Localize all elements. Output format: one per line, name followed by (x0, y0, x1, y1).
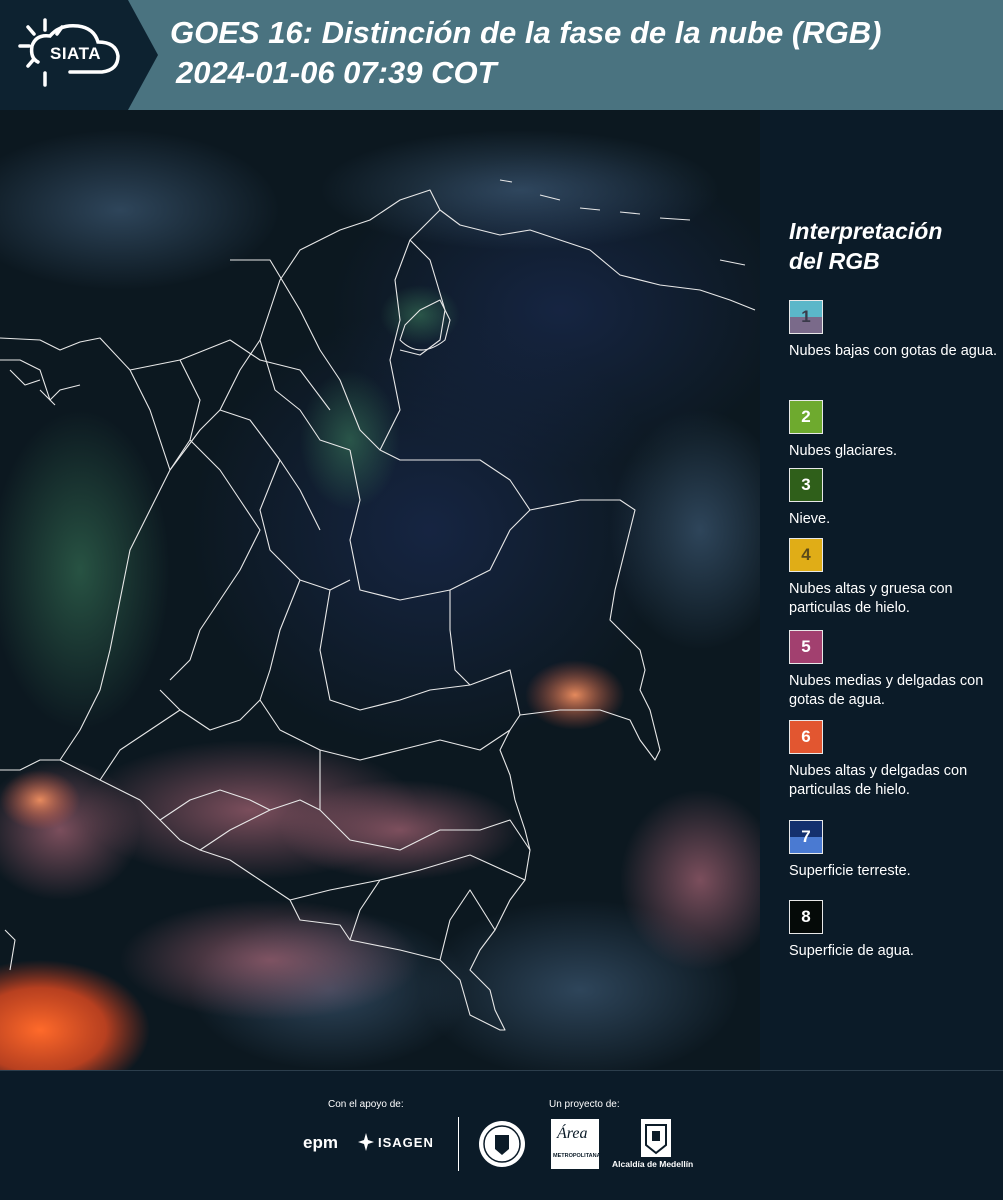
legend-swatch: 2 (789, 400, 823, 434)
legend-number: 7 (801, 827, 811, 846)
legend-item-7: 7 Superficie terreste. (789, 820, 999, 881)
area-metropolitana-logo: Área METROPOLITANA (551, 1119, 601, 1169)
legend-label: Superficie terreste. (789, 863, 911, 879)
legend-swatch: 4 (789, 538, 823, 572)
footer: Con el apoyo de: Un proyecto de: epm ISA… (0, 1070, 1003, 1200)
isagen-logo: ISAGEN (378, 1135, 434, 1150)
logo-text: SIATA (50, 44, 101, 63)
siata-logo: SIATA (0, 0, 158, 110)
legend-label: Nubes altas y delgadas con particulas de… (789, 763, 968, 798)
epm-logo: epm (303, 1133, 338, 1152)
legend-item-8: 8 Superficie de agua. (789, 900, 999, 961)
legend-title-line1: Interpretación (789, 218, 943, 244)
legend-item-2: 2 Nubes glaciares. (789, 400, 999, 461)
seal-logo (477, 1119, 527, 1174)
legend-swatch: 1 (789, 300, 823, 334)
legend-title-line2: del RGB (789, 248, 880, 274)
legend-number: 4 (801, 545, 811, 564)
legend-swatch: 8 (789, 900, 823, 934)
legend-label: Nubes glaciares. (789, 443, 897, 459)
legend-number: 1 (801, 307, 811, 326)
legend-number: 8 (801, 907, 811, 926)
legend-item-6: 6 Nubes altas y delgadas con particulas d… (789, 720, 999, 800)
legend-number: 2 (801, 407, 811, 426)
support-label: Con el apoyo de: (328, 1099, 404, 1110)
legend-label: Nubes bajas con gotas de agua. (789, 343, 997, 359)
legend-number: 3 (801, 475, 811, 494)
alcaldia-shield-icon (641, 1119, 671, 1157)
legend-item-1: 1 Nubes bajas con gotas de agua. (789, 300, 999, 361)
project-label: Un proyecto de: (549, 1099, 620, 1110)
legend-label: Nubes altas y gruesa con particulas de h… (789, 581, 953, 616)
metropolitana-text: METROPOLITANA (553, 1153, 601, 1159)
legend-panel: Interpretación del RGB 1 Nubes bajas con … (760, 110, 1003, 1070)
legend-label: Nieve. (789, 511, 831, 527)
legend-swatch: 3 (789, 468, 823, 502)
satellite-map (0, 110, 760, 1070)
legend-label: Nubes medias y delgadas con gotas de agu… (789, 673, 984, 708)
map-image (0, 110, 760, 1070)
legend-number: 5 (801, 637, 811, 656)
legend-swatch: 5 (789, 630, 823, 664)
isagen-star-icon (358, 1133, 374, 1151)
legend-item-5: 5 Nubes medias y delgadas con gotas de ag… (789, 630, 999, 710)
legend-item-4: 4 Nubes altas y gruesa con particulas de … (789, 538, 999, 618)
header: SIATA GOES 16: Distinción de la fase de … (0, 0, 1003, 110)
legend-label: Superficie de agua. (789, 943, 914, 959)
legend-swatch: 6 (789, 720, 823, 754)
footer-divider (458, 1117, 459, 1171)
legend-swatch: 7 (789, 820, 823, 854)
page-title: GOES 16: Distinción de la fase de la nub… (170, 15, 882, 50)
legend-number: 6 (801, 727, 811, 746)
page-subtitle: 2024-01-06 07:39 COT (176, 55, 497, 90)
legend-title: Interpretación del RGB (789, 216, 942, 276)
alcaldia-text: Alcaldía de Medellín (612, 1159, 694, 1169)
area-text: Área (557, 1125, 588, 1142)
legend-item-3: 3 Nieve. (789, 468, 999, 529)
